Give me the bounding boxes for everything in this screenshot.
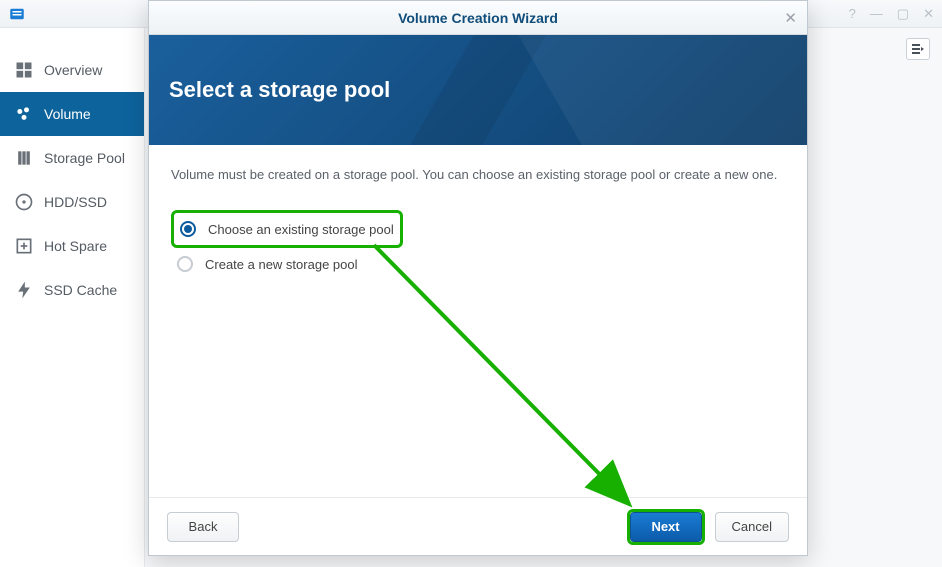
sidebar-item-hot-spare[interactable]: Hot Spare: [0, 224, 144, 268]
maximize-icon[interactable]: ▢: [897, 6, 909, 22]
sidebar: Overview Volume Storage Pool HDD/SSD Hot…: [0, 28, 145, 567]
volume-icon: [14, 104, 34, 124]
radio-label: Choose an existing storage pool: [208, 222, 394, 237]
sidebar-item-label: Hot Spare: [44, 238, 107, 254]
panel-toggle-button[interactable]: [906, 38, 930, 60]
overview-icon: [14, 60, 34, 80]
next-button[interactable]: Next: [630, 512, 702, 542]
radio-icon: [177, 256, 193, 272]
panel-toggle-icon: [911, 43, 925, 55]
hot-spare-icon: [14, 236, 34, 256]
cancel-button[interactable]: Cancel: [715, 512, 789, 542]
ssd-cache-icon: [14, 280, 34, 300]
modal-title: Volume Creation Wizard: [398, 10, 558, 26]
sidebar-item-label: SSD Cache: [44, 282, 117, 298]
minimize-icon[interactable]: —: [870, 6, 883, 22]
window-controls: ? — ▢ ✕: [849, 6, 934, 22]
modal-body: Volume must be created on a storage pool…: [149, 145, 807, 497]
sidebar-item-volume[interactable]: Volume: [0, 92, 144, 136]
sidebar-item-label: Volume: [44, 106, 91, 122]
modal-banner: Select a storage pool: [149, 35, 807, 145]
help-icon[interactable]: ?: [849, 6, 856, 22]
sidebar-item-storage-pool[interactable]: Storage Pool: [0, 136, 144, 180]
close-icon[interactable]: ✕: [784, 9, 797, 27]
storage-pool-icon: [14, 148, 34, 168]
close-window-icon[interactable]: ✕: [923, 6, 934, 22]
wizard-intro-text: Volume must be created on a storage pool…: [171, 167, 785, 182]
hdd-icon: [14, 192, 34, 212]
sidebar-item-label: Storage Pool: [44, 150, 125, 166]
radio-create-new-storage-pool[interactable]: Create a new storage pool: [171, 248, 785, 280]
radio-label: Create a new storage pool: [205, 257, 357, 272]
back-button[interactable]: Back: [167, 512, 239, 542]
sidebar-item-hdd-ssd[interactable]: HDD/SSD: [0, 180, 144, 224]
sidebar-item-label: HDD/SSD: [44, 194, 107, 210]
highlight-existing-option: Choose an existing storage pool: [171, 210, 403, 248]
modal-footer: Back Next Cancel: [149, 497, 807, 555]
volume-creation-wizard-modal: Volume Creation Wizard ✕ Select a storag…: [148, 0, 808, 556]
app-icon: [8, 5, 26, 23]
radio-icon: [180, 221, 196, 237]
wizard-heading: Select a storage pool: [169, 77, 390, 103]
radio-existing-storage-pool[interactable]: Choose an existing storage pool: [174, 213, 400, 245]
modal-titlebar: Volume Creation Wizard ✕: [149, 1, 807, 35]
highlight-next-button: Next: [627, 509, 705, 545]
sidebar-item-ssd-cache[interactable]: SSD Cache: [0, 268, 144, 312]
sidebar-item-overview[interactable]: Overview: [0, 48, 144, 92]
sidebar-item-label: Overview: [44, 62, 102, 78]
